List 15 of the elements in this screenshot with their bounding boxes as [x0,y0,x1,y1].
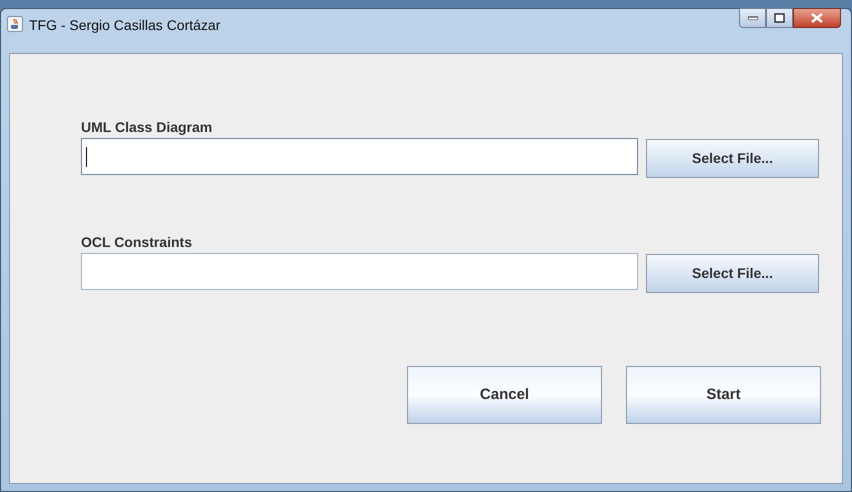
cancel-button[interactable]: Cancel [407,366,602,424]
file-path-field[interactable] [81,138,638,175]
file-path-field[interactable] [81,253,638,290]
minimize-button[interactable] [739,8,766,28]
window-title: TFG - Sergio Casillas Cortázar [29,16,220,35]
close-button[interactable] [793,8,841,28]
maximize-button[interactable] [766,8,793,28]
field-label: OCL Constraints [81,235,193,250]
start-button[interactable]: Start [626,366,821,424]
select-file-button[interactable]: Select File... [646,254,819,293]
minimize-icon [748,16,758,20]
select-file-button[interactable]: Select File... [646,139,819,178]
field-label: UML Class Diagram [81,120,214,135]
maximize-icon [774,13,785,23]
close-icon [811,13,823,23]
